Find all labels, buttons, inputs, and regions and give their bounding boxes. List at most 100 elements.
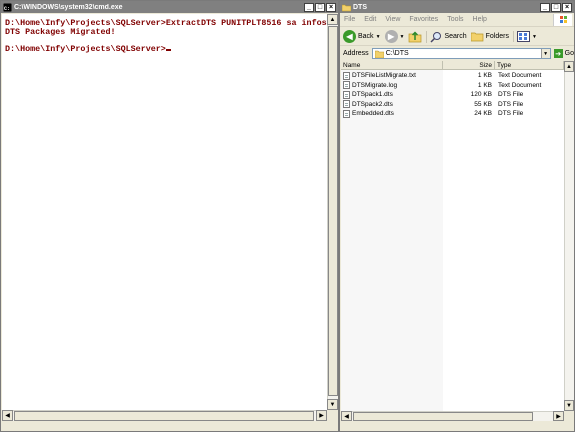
menu-file[interactable]: File: [344, 16, 355, 23]
file-row[interactable]: DTSpack1.dts 120 KB DTS File: [341, 90, 564, 100]
file-type: Text Document: [498, 81, 542, 89]
text-file-icon: [343, 81, 350, 90]
address-input[interactable]: C:\DTS ▼: [371, 48, 551, 59]
chevron-down-icon: ▼: [399, 33, 405, 40]
go-label: Go: [564, 50, 574, 57]
cmd-close-button[interactable]: ×: [326, 2, 336, 12]
explorer-hscroll-thumb[interactable]: [353, 412, 533, 421]
chevron-down-icon: ▼: [375, 33, 381, 40]
address-bar: Address C:\DTS ▼ ➔ Go: [340, 46, 574, 61]
standard-toolbar: ◀ Back ▼ ▶ ▼ Search Folders ▼: [340, 28, 574, 46]
go-button[interactable]: ➔ Go: [553, 49, 574, 58]
explorer-minimize-button[interactable]: _: [540, 2, 550, 12]
menu-view[interactable]: View: [385, 16, 400, 23]
file-size: 24 KB: [474, 110, 492, 118]
scroll-down-icon[interactable]: ▼: [327, 399, 338, 410]
address-value: C:\DTS: [385, 50, 409, 57]
explorer-close-button[interactable]: ×: [562, 2, 572, 12]
search-label: Search: [444, 33, 467, 40]
windows-logo-icon: [553, 14, 572, 26]
file-type: DTS File: [498, 100, 524, 108]
explorer-title: DTS: [353, 3, 367, 11]
cmd-hscroll-thumb[interactable]: [14, 411, 314, 421]
cmd-title: C:\WINDOWS\system32\cmd.exe: [14, 3, 123, 11]
search-button[interactable]: Search: [426, 30, 467, 43]
cmd-minimize-button[interactable]: _: [304, 2, 314, 12]
file-name: DTSpack2.dts: [352, 100, 393, 108]
file-name: DTSMigrate.log: [352, 81, 398, 89]
cmd-horizontal-scrollbar[interactable]: ◀ ▶: [2, 410, 327, 421]
explorer-vertical-scrollbar[interactable]: ▲ ▼: [564, 61, 574, 411]
file-row[interactable]: DTSMigrate.log 1 KB Text Document: [341, 81, 564, 91]
folder-icon: [342, 4, 351, 11]
chevron-down-icon: ▼: [532, 33, 537, 40]
back-arrow-icon: ◀: [343, 30, 356, 43]
text-cursor: [165, 48, 171, 51]
file-type: DTS File: [498, 91, 524, 99]
menu-help[interactable]: Help: [473, 16, 487, 23]
address-label: Address: [343, 50, 369, 57]
console-prompt-line: D:\Home\Infy\Projects\SQLServer>: [5, 43, 327, 54]
address-dropdown-icon[interactable]: ▼: [540, 49, 550, 58]
menu-bar: File Edit View Favorites Tools Help: [340, 13, 574, 27]
menu-edit[interactable]: Edit: [364, 16, 376, 23]
name-column-shade: [341, 70, 443, 411]
file-row[interactable]: Embedded.dts 24 KB DTS File: [341, 109, 564, 119]
forward-arrow-icon: ▶: [384, 30, 398, 43]
console-line: DTS Packages Migrated!: [5, 26, 116, 37]
scroll-left-icon[interactable]: ◀: [2, 410, 13, 421]
file-size: 1 KB: [477, 81, 492, 89]
console-output[interactable]: D:\Home\Infy\Projects\SQLServer>ExtractD…: [2, 14, 327, 410]
cmd-scroll-thumb[interactable]: [328, 26, 338, 396]
file-size: 120 KB: [470, 91, 492, 99]
scroll-left-icon[interactable]: ◀: [341, 411, 352, 421]
scroll-up-icon[interactable]: ▲: [327, 14, 338, 25]
cmd-maximize-button[interactable]: □: [315, 2, 325, 12]
up-folder-button[interactable]: [408, 30, 422, 43]
text-file-icon: [343, 71, 350, 80]
column-header-type[interactable]: Type: [495, 61, 564, 70]
file-size: 1 KB: [477, 72, 492, 80]
file-type: Text Document: [498, 72, 542, 80]
file-size: 55 KB: [474, 100, 492, 108]
cmd-window: C: C:\WINDOWS\system32\cmd.exe _ □ × D:\…: [0, 0, 339, 432]
views-button[interactable]: ▼: [513, 31, 537, 42]
cmd-icon: C:: [3, 2, 12, 12]
scroll-up-icon[interactable]: ▲: [564, 61, 574, 72]
file-list: Name Size Type DTSFileListMigrate.txt 1 …: [341, 61, 564, 411]
menu-tools[interactable]: Tools: [447, 16, 463, 23]
dts-file-icon: [343, 100, 350, 109]
folders-button[interactable]: Folders: [470, 31, 509, 42]
dts-file-icon: [343, 90, 350, 99]
console-prompt: D:\Home\Infy\Projects\SQLServer>: [5, 43, 166, 54]
file-name: DTSpack1.dts: [352, 91, 393, 99]
explorer-titlebar[interactable]: DTS _ □ ×: [340, 1, 574, 13]
back-button[interactable]: ◀ Back ▼: [343, 30, 381, 43]
folders-label: Folders: [485, 33, 509, 40]
forward-button[interactable]: ▶ ▼: [384, 30, 405, 43]
cmd-vertical-scrollbar[interactable]: ▲ ▼: [327, 14, 338, 410]
file-rows: DTSFileListMigrate.txt 1 KB Text Documen…: [341, 71, 564, 119]
go-arrow-icon: ➔: [553, 49, 563, 58]
file-row[interactable]: DTSFileListMigrate.txt 1 KB Text Documen…: [341, 71, 564, 81]
folders-icon: [470, 32, 484, 42]
svg-text:C:: C:: [4, 6, 10, 12]
explorer-horizontal-scrollbar[interactable]: ◀ ▶: [341, 411, 564, 421]
column-header-name[interactable]: Name: [341, 61, 443, 70]
scroll-right-icon[interactable]: ▶: [316, 410, 327, 421]
explorer-window: DTS _ □ × File Edit View Favorites Tools…: [339, 0, 575, 432]
menu-favorites[interactable]: Favorites: [409, 16, 438, 23]
file-name: Embedded.dts: [352, 110, 394, 118]
folder-icon: [374, 50, 384, 58]
file-row[interactable]: DTSpack2.dts 55 KB DTS File: [341, 100, 564, 110]
scroll-right-icon[interactable]: ▶: [553, 411, 564, 421]
column-header-size[interactable]: Size: [443, 61, 495, 70]
cmd-titlebar[interactable]: C: C:\WINDOWS\system32\cmd.exe _ □ ×: [1, 1, 338, 13]
scroll-down-icon[interactable]: ▼: [564, 400, 574, 411]
up-folder-icon: [409, 31, 422, 43]
search-icon: [430, 31, 442, 43]
back-label: Back: [358, 33, 374, 40]
explorer-maximize-button[interactable]: □: [551, 2, 561, 12]
file-type: DTS File: [498, 110, 524, 118]
views-icon: [517, 31, 530, 42]
